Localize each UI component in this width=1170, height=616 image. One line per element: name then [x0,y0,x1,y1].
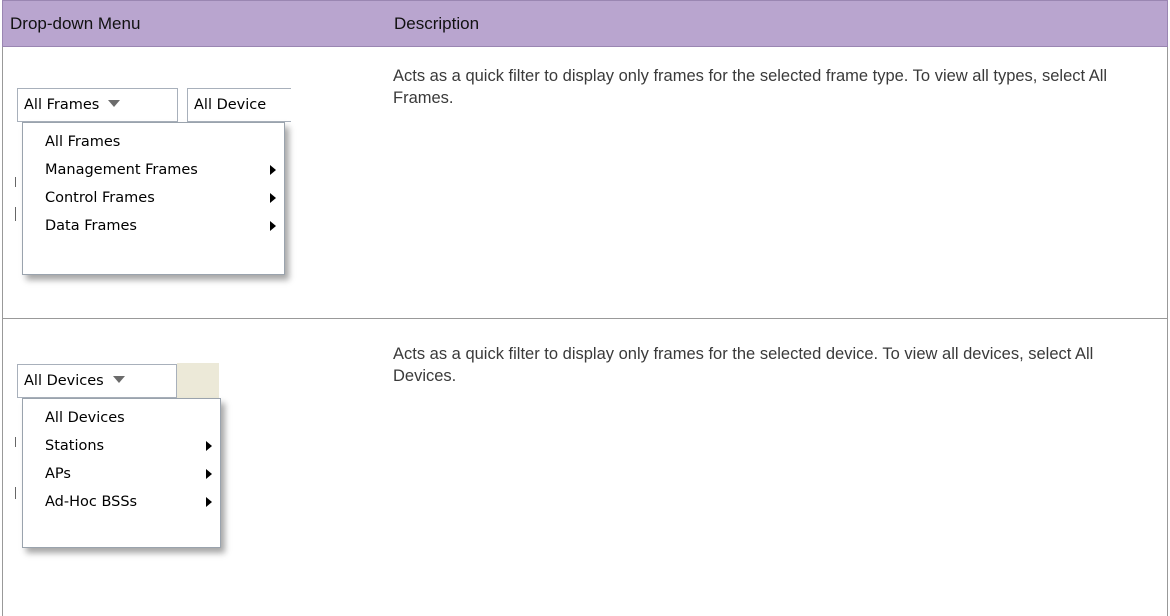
menu-item-label: Ad-Hoc BSSs [45,494,138,510]
menu-item-label: All Devices [45,410,125,426]
device-dropdown[interactable]: All Devices [17,364,177,398]
submenu-arrow-icon [206,441,212,451]
description-frames: Acts as a quick filter to display only f… [393,67,1108,107]
edge-tick [15,177,16,187]
edge-tick [15,437,16,447]
device-dropdown-partial-label: All Device [194,97,267,113]
toolbar-background [177,363,219,399]
menu-item-ad-hoc-bsss[interactable]: Ad-Hoc BSSs [23,488,220,516]
frame-type-dropdown[interactable]: All Frames [17,88,178,122]
table-row-devices: All Devices All Devices Stations APs Ad-… [2,319,1168,616]
header-dropdown-menu: Drop-down Menu [10,14,141,33]
frames-filter-screenshot: All Frames All Device All Frames Managem… [15,59,305,299]
device-menu: All Devices Stations APs Ad-Hoc BSSs [22,398,221,548]
menu-item-data-frames[interactable]: Data Frames [23,212,284,240]
dropdown-arrow-icon [112,375,125,383]
menu-item-label: APs [45,466,71,482]
frame-type-menu: All Frames Management Frames Control Fra… [22,122,285,275]
device-dropdown-label: All Devices [24,373,104,389]
menu-item-control-frames[interactable]: Control Frames [23,184,284,212]
edge-tick [15,487,16,499]
menu-item-label: Data Frames [45,218,137,234]
table-row-frames: All Frames All Device All Frames Managem… [2,47,1168,319]
devices-filter-screenshot: All Devices All Devices Stations APs Ad-… [15,347,245,587]
menu-item-all-frames[interactable]: All Frames [23,128,284,156]
submenu-arrow-icon [270,221,276,231]
frame-type-dropdown-label: All Frames [24,97,100,113]
table-header-row: Drop-down Menu Description [2,0,1168,47]
menu-item-label: All Frames [45,134,121,150]
edge-tick [15,207,16,221]
menu-item-stations[interactable]: Stations [23,432,220,460]
submenu-arrow-icon [206,469,212,479]
header-description: Description [394,14,480,33]
dropdown-arrow-icon [108,99,121,107]
device-dropdown-partial[interactable]: All Device [187,88,291,122]
submenu-arrow-icon [270,193,276,203]
menu-item-label: Stations [45,438,105,454]
submenu-arrow-icon [270,165,276,175]
menu-item-aps[interactable]: APs [23,460,220,488]
menu-item-label: Control Frames [45,190,155,206]
description-devices: Acts as a quick filter to display only f… [393,345,1094,385]
menu-item-all-devices[interactable]: All Devices [23,404,220,432]
submenu-arrow-icon [206,497,212,507]
menu-item-label: Management Frames [45,162,198,178]
filter-menu-table: Drop-down Menu Description All Frames Al… [2,0,1168,616]
menu-item-management-frames[interactable]: Management Frames [23,156,284,184]
